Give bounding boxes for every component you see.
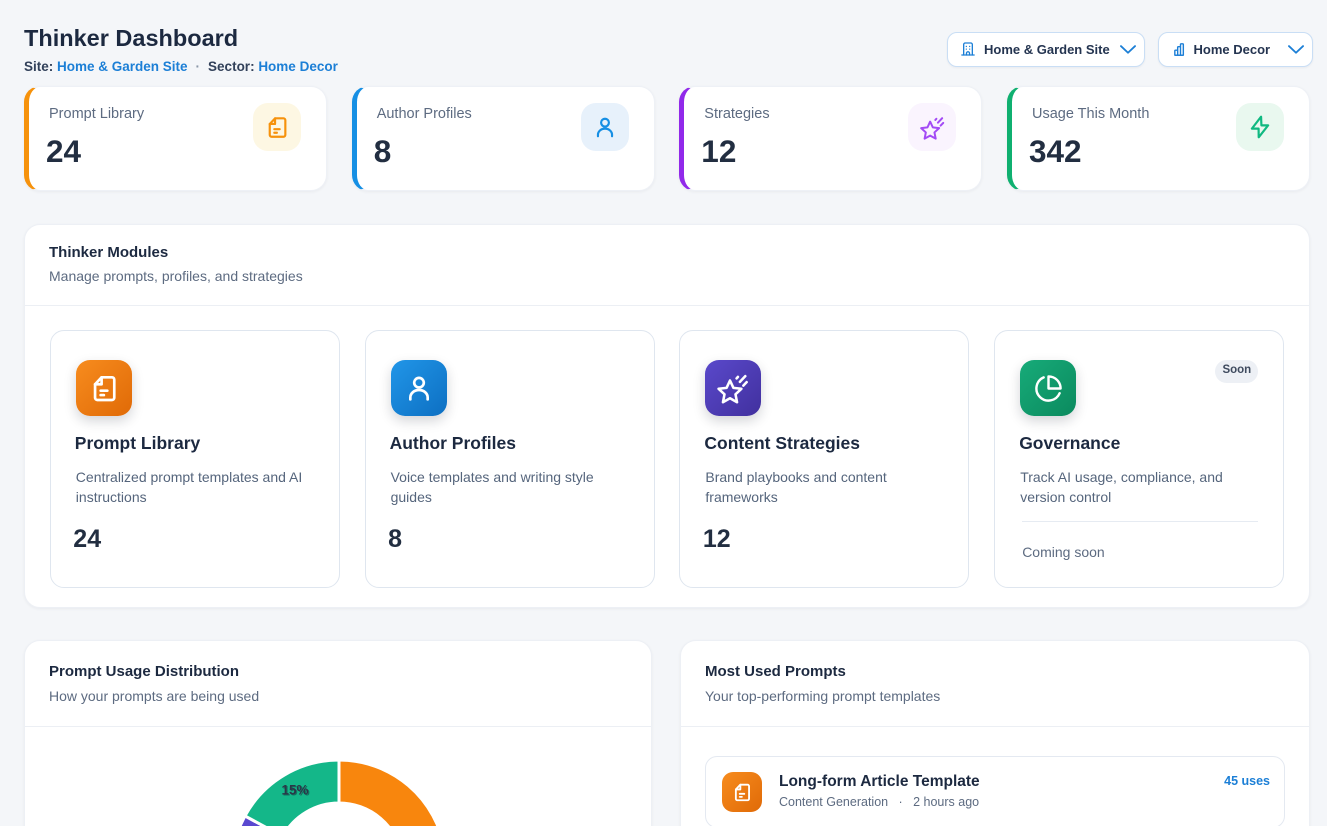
- svg-text:15%: 15%: [281, 783, 308, 798]
